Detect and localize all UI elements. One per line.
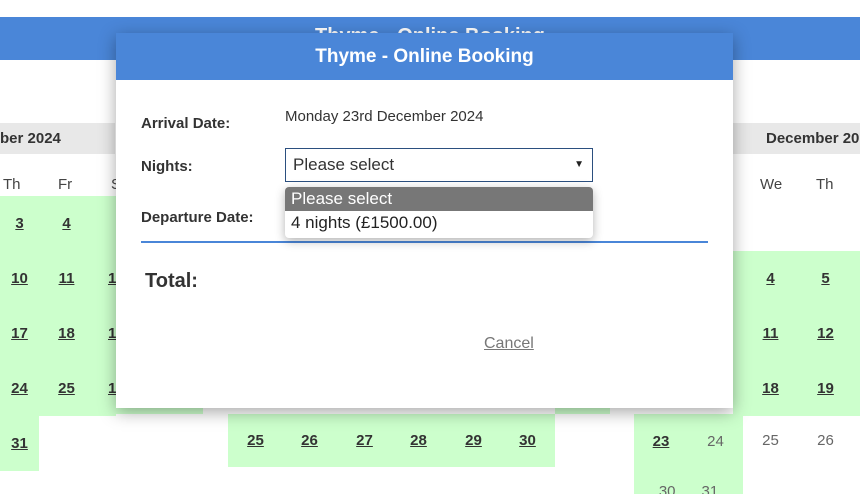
- calendar-day[interactable]: 29: [446, 413, 501, 468]
- day-of-week-label: Th: [816, 176, 834, 193]
- day-of-week-label: Fr: [58, 176, 73, 193]
- total-label: Total:: [145, 270, 198, 292]
- departure-date-label: Departure Date:: [141, 209, 254, 226]
- right-month-title: December 20: [766, 130, 860, 147]
- calendar-date-link[interactable]: 25: [58, 380, 75, 397]
- calendar-day[interactable]: 11: [743, 306, 798, 361]
- day-of-week-label: We: [760, 176, 783, 193]
- calendar-day[interactable]: 25: [228, 413, 283, 468]
- calendar-date-link[interactable]: 23: [653, 433, 670, 450]
- calendar-date-link[interactable]: 31: [11, 435, 28, 452]
- nights-label: Nights:: [141, 158, 193, 175]
- calendar-date-link[interactable]: 30: [519, 432, 536, 449]
- calendar-day[interactable]: 3: [0, 196, 39, 251]
- calendar-date: 24: [707, 433, 724, 450]
- calendar-day: 24: [688, 414, 743, 469]
- calendar-week-row-partial: 30 31: [634, 469, 743, 494]
- calendar-day: 25: [743, 413, 798, 468]
- calendar-day[interactable]: 18: [743, 361, 798, 416]
- nights-select-value: Please select: [293, 155, 395, 174]
- calendar-date: 26: [817, 432, 834, 449]
- calendar-day[interactable]: 12: [798, 306, 853, 361]
- calendar-date-link[interactable]: 28: [410, 432, 427, 449]
- calendar-date-link[interactable]: 25: [247, 432, 264, 449]
- calendar-day[interactable]: 31: [0, 416, 39, 471]
- calendar-date: 30: [658, 483, 676, 494]
- arrival-date-label: Arrival Date:: [141, 115, 231, 132]
- calendar-day[interactable]: 10: [0, 251, 39, 306]
- left-month-title: ber 2024: [0, 130, 61, 147]
- calendar-day[interactable]: 1: [94, 251, 116, 306]
- calendar-day[interactable]: 4: [743, 251, 798, 306]
- calendar-date-link[interactable]: 27: [356, 432, 373, 449]
- dropdown-option[interactable]: 4 nights (£1500.00): [285, 211, 593, 235]
- calendar-date-link[interactable]: 11: [763, 325, 779, 342]
- calendar-date-link[interactable]: 10: [11, 270, 28, 287]
- cancel-link[interactable]: Cancel: [484, 335, 534, 353]
- calendar-date: 25: [762, 432, 779, 449]
- calendar-date-link[interactable]: 18: [58, 325, 75, 342]
- calendar-date-link[interactable]: 17: [11, 325, 28, 342]
- modal-title: Thyme - Online Booking: [116, 33, 733, 80]
- calendar-day[interactable]: 4: [39, 196, 94, 251]
- left-month-header: ber 2024: [0, 123, 115, 154]
- calendar-day: 26: [798, 413, 853, 468]
- chevron-down-icon: ▼: [574, 159, 584, 170]
- calendar-day[interactable]: 25: [39, 361, 94, 416]
- calendar-day[interactable]: [94, 196, 116, 251]
- day-of-week-label: Th: [3, 176, 21, 193]
- calendar-date-link[interactable]: 11: [59, 270, 75, 287]
- arrival-date-value: Monday 23rd December 2024: [285, 108, 484, 125]
- calendar-day[interactable]: 17: [0, 306, 39, 361]
- calendar-date-link[interactable]: 4: [766, 270, 774, 287]
- calendar-date-link[interactable]: 18: [762, 380, 779, 397]
- calendar-day[interactable]: 19: [798, 361, 853, 416]
- calendar-day[interactable]: 1: [94, 361, 116, 416]
- calendar-date-link[interactable]: 19: [817, 380, 834, 397]
- calendar-date-link[interactable]: 4: [62, 215, 70, 232]
- calendar-day[interactable]: 23: [634, 414, 688, 469]
- dropdown-option[interactable]: Please select: [285, 187, 593, 211]
- calendar-date-link[interactable]: 24: [11, 380, 28, 397]
- calendar-date-link[interactable]: 29: [465, 432, 482, 449]
- calendar-day[interactable]: 5: [798, 251, 853, 306]
- calendar-day[interactable]: 18: [39, 306, 94, 361]
- calendar-date: 31: [701, 483, 719, 494]
- calendar-day[interactable]: 1: [94, 306, 116, 361]
- calendar-day[interactable]: 28: [391, 413, 446, 468]
- calendar-day[interactable]: 26: [282, 413, 337, 468]
- calendar-date-link[interactable]: 5: [821, 270, 829, 287]
- calendar-date-link[interactable]: 3: [15, 215, 23, 232]
- calendar-day[interactable]: 11: [39, 251, 94, 306]
- calendar-date-link[interactable]: 12: [817, 325, 834, 342]
- right-month-header: December 20: [733, 123, 860, 154]
- calendar-day[interactable]: 27: [337, 413, 392, 468]
- calendar-day[interactable]: 24: [0, 361, 39, 416]
- calendar-date-link[interactable]: 26: [301, 432, 318, 449]
- calendar-day[interactable]: 30: [500, 413, 555, 468]
- divider: [141, 241, 708, 243]
- nights-select[interactable]: Please select ▼: [285, 148, 593, 182]
- nights-dropdown-list: Please select 4 nights (£1500.00): [285, 187, 593, 238]
